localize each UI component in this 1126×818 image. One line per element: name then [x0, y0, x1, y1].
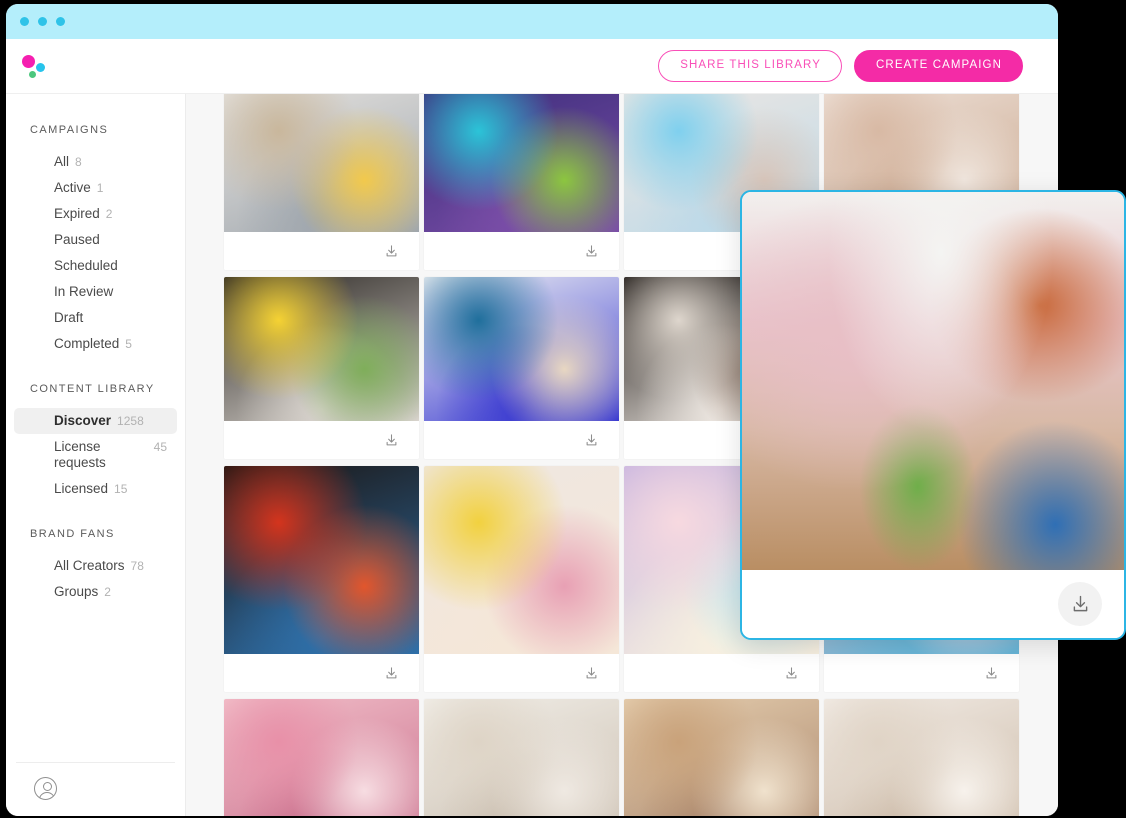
lightbox-footer [742, 570, 1124, 638]
sidebar-item-label: Groups [54, 584, 99, 599]
sidebar-item-count: 15 [114, 482, 128, 496]
sidebar-item-label: License requests [54, 439, 106, 470]
sidebar-item-scheduled[interactable]: Scheduled [14, 253, 177, 279]
sidebar-item-label: Licensed [54, 481, 109, 496]
download-icon[interactable] [584, 666, 599, 681]
sidebar-item-in-review[interactable]: In Review [14, 279, 177, 305]
sidebar-item-label: All [54, 154, 70, 169]
photo-thumbnail[interactable] [224, 466, 419, 654]
sidebar-item-label: Paused [54, 232, 100, 247]
window-title-bar [6, 4, 1058, 39]
photo-card[interactable] [424, 94, 619, 270]
sidebar-item-label: Draft [54, 310, 84, 325]
sidebar-item-count: 78 [130, 559, 144, 573]
card-footer [224, 421, 419, 459]
share-this-library-button[interactable]: SHARE THIS LIBRARY [658, 50, 843, 82]
sidebar-item-count: 2 [104, 585, 111, 599]
window-dot-maximize[interactable] [56, 17, 65, 26]
lightbox-photo [742, 192, 1124, 570]
card-footer [224, 232, 419, 270]
sidebar-item-completed[interactable]: Completed 5 [14, 331, 177, 357]
download-icon[interactable] [384, 433, 399, 448]
photo-thumbnail[interactable] [224, 277, 419, 421]
download-icon[interactable] [984, 666, 999, 681]
sidebar-section: BRAND FANS All Creators 78 Groups 2 [6, 528, 185, 605]
logo-dot-magenta [22, 55, 35, 68]
card-footer [624, 654, 819, 692]
sidebar-section-title: CONTENT LIBRARY [30, 383, 155, 395]
card-footer [424, 654, 619, 692]
sidebar-item-count: 8 [75, 155, 82, 169]
photo-thumbnail[interactable] [424, 94, 619, 232]
sidebar-item-draft[interactable]: Draft [14, 305, 177, 331]
window-dot-minimize[interactable] [38, 17, 47, 26]
sidebar-item-count: 45 [153, 440, 167, 454]
sidebar-item-label: Expired [54, 206, 100, 221]
sidebar-item-licensed[interactable]: Licensed 15 [14, 476, 177, 502]
download-icon[interactable] [784, 666, 799, 681]
download-icon [1073, 595, 1087, 611]
app-header: SHARE THIS LIBRARY CREATE CAMPAIGN [6, 39, 1058, 94]
logo-dot-cyan [36, 63, 45, 72]
sidebar-navigation: CAMPAIGNS All 8 Active 1 Expired 2 Paused Schedu… [6, 124, 185, 605]
sidebar-item-label: All Creators [54, 558, 125, 573]
sidebar-item-label: In Review [54, 284, 114, 299]
card-footer [824, 654, 1019, 692]
photo-card[interactable] [224, 466, 419, 692]
sidebar-item-paused[interactable]: Paused [14, 227, 177, 253]
create-campaign-button[interactable]: CREATE CAMPAIGN [854, 50, 1023, 82]
window-dot-close[interactable] [20, 17, 29, 26]
sidebar: CAMPAIGNS All 8 Active 1 Expired 2 Paused Schedu… [6, 94, 186, 816]
photo-card[interactable] [424, 699, 619, 816]
sidebar-item-all-creators[interactable]: All Creators 78 [14, 553, 177, 579]
photo-card[interactable] [824, 699, 1019, 816]
sidebar-section-title: CAMPAIGNS [30, 124, 109, 136]
sidebar-section: CAMPAIGNS All 8 Active 1 Expired 2 Paused Schedu… [6, 124, 185, 357]
photo-card[interactable] [424, 466, 619, 692]
card-footer [224, 654, 419, 692]
sidebar-section: CONTENT LIBRARY Discover 1258 License reque… [6, 383, 185, 502]
sidebar-item-label: Scheduled [54, 258, 118, 273]
sidebar-item-count: 1258 [117, 414, 144, 428]
download-icon[interactable] [384, 244, 399, 259]
photo-thumbnail[interactable] [824, 699, 1019, 816]
photo-card[interactable] [424, 277, 619, 459]
brand-logo-icon[interactable] [20, 49, 54, 83]
photo-thumbnail[interactable] [424, 466, 619, 654]
sidebar-item-count: 5 [125, 337, 132, 351]
sidebar-item-label: Discover [54, 413, 112, 428]
photo-card[interactable] [624, 699, 819, 816]
sidebar-item-groups[interactable]: Groups 2 [14, 579, 177, 605]
download-icon[interactable] [584, 244, 599, 259]
sidebar-footer [16, 762, 175, 816]
photo-thumbnail[interactable] [424, 277, 619, 421]
photo-lightbox[interactable] [740, 190, 1126, 640]
download-icon[interactable] [384, 666, 399, 681]
sidebar-item-label: Active [54, 180, 91, 195]
photo-thumbnail[interactable] [424, 699, 619, 816]
lightbox-download-button[interactable] [1058, 582, 1102, 626]
sidebar-item-count: 2 [105, 207, 113, 221]
sidebar-item-license-requests[interactable]: License requests 45 [14, 434, 177, 476]
sidebar-section-title: BRAND FANS [30, 528, 115, 540]
photo-thumbnail[interactable] [224, 699, 419, 816]
download-icon[interactable] [584, 433, 599, 448]
sidebar-item-expired[interactable]: Expired 2 [14, 201, 177, 227]
logo-dot-green [29, 71, 36, 78]
sidebar-item-active[interactable]: Active 1 [14, 175, 177, 201]
photo-thumbnail[interactable] [624, 699, 819, 816]
photo-card[interactable] [224, 699, 419, 816]
photo-card[interactable] [224, 94, 419, 270]
photo-thumbnail[interactable] [224, 94, 419, 232]
header-actions: SHARE THIS LIBRARY CREATE CAMPAIGN [658, 50, 1023, 82]
photo-card[interactable] [224, 277, 419, 459]
sidebar-item-all[interactable]: All 8 [14, 149, 177, 175]
sidebar-item-label: Completed [54, 336, 120, 351]
sidebar-item-discover[interactable]: Discover 1258 [14, 408, 177, 434]
card-footer [424, 421, 619, 459]
user-avatar-icon[interactable] [34, 777, 57, 800]
card-footer [424, 232, 619, 270]
sidebar-item-count: 1 [96, 181, 104, 195]
